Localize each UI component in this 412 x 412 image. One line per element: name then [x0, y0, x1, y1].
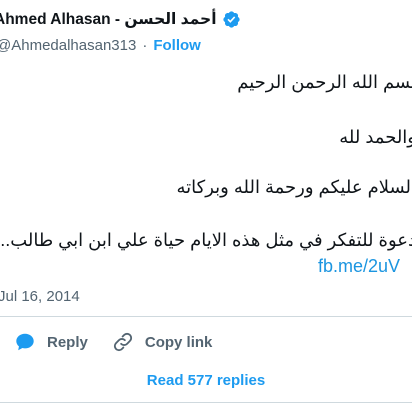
author-handle[interactable]: @Ahmedalhasan313: [0, 37, 136, 54]
follow-button[interactable]: Follow: [153, 37, 201, 54]
reply-button[interactable]: Reply: [14, 331, 88, 353]
divider: [0, 316, 412, 317]
read-replies-button[interactable]: Read 577 replies: [0, 372, 412, 389]
tweet-text-line-4: دعوة للتفكر في مثل هذه الايام حياة علي ا…: [0, 230, 412, 250]
verified-badge-icon: [222, 10, 240, 28]
divider: [0, 402, 412, 403]
tweet-link[interactable]: fb.me/2uV: [318, 256, 400, 277]
copy-link-button[interactable]: Copy link: [112, 331, 213, 353]
author-handle-row: @Ahmedalhasan313 · Follow: [0, 35, 201, 55]
link-icon: [113, 332, 132, 352]
separator-dot: ·: [142, 36, 148, 54]
tweet-text-line-1: بسم الله الرحمن الرحيم: [237, 72, 412, 92]
tweet-actions-bar: Reply Copy link: [14, 329, 212, 355]
author-name-row: Ahmed Alhasan - أحمد الحسن: [0, 8, 241, 30]
speech-bubble-icon: [16, 333, 34, 351]
tweet-timestamp[interactable]: Jul 16, 2014: [0, 288, 80, 305]
copy-link-label: Copy link: [144, 333, 213, 351]
tweet-text-line-3: السلام عليكم ورحمة الله وبركاته: [176, 177, 412, 197]
author-display-name[interactable]: Ahmed Alhasan - أحمد الحسن: [0, 10, 217, 29]
tweet-text-line-2: والحمد لله: [339, 127, 412, 147]
reply-label: Reply: [47, 333, 88, 351]
